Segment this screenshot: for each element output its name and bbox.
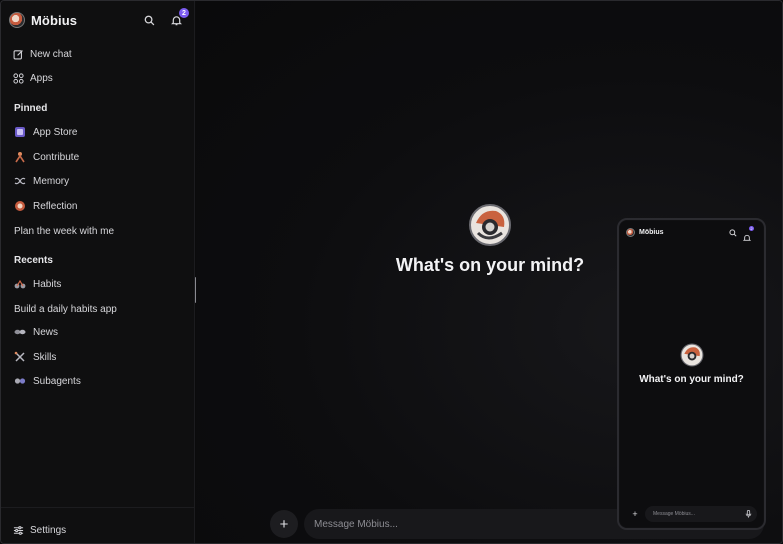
news-icon: [13, 325, 27, 339]
sidebar-item-label: App Store: [33, 126, 78, 138]
sidebar-item-memory[interactable]: Memory: [13, 173, 69, 189]
phone-bell-icon: [742, 234, 752, 241]
app-window: Möbius 2 New chat Apps Pinned App Store …: [0, 0, 783, 544]
contribute-icon: [13, 150, 27, 164]
app-store-icon: [13, 125, 27, 139]
brand-name: Möbius: [31, 12, 78, 28]
sidebar-item-label: Skills: [33, 351, 57, 363]
attach-button[interactable]: +: [270, 510, 298, 538]
sidebar-item-plan-week[interactable]: Plan the week with me: [14, 226, 114, 237]
sidebar-item-label: News: [33, 326, 59, 338]
notifications-button[interactable]: 2: [168, 8, 189, 28]
sidebar-item-news[interactable]: News: [13, 324, 58, 340]
sliders-icon: [13, 525, 24, 535]
new-chat-button[interactable]: New chat: [13, 46, 72, 62]
phone-message-input[interactable]: Message Möbius...: [645, 506, 757, 522]
sidebar-item-subagents[interactable]: Subagents: [13, 373, 81, 389]
sidebar-item-habits[interactable]: Habits: [13, 276, 61, 292]
sidebar-item-reflection[interactable]: Reflection: [13, 198, 77, 214]
recents-heading: Recents: [14, 255, 53, 266]
sidebar-item-label: Habits: [33, 278, 62, 290]
new-chat-label: New chat: [30, 48, 72, 60]
settings-label: Settings: [30, 524, 67, 536]
apps-button[interactable]: Apps: [13, 70, 53, 86]
phone-hero-heading: What's on your mind?: [639, 374, 744, 385]
plus-icon: +: [279, 515, 289, 533]
notification-badge: 2: [179, 8, 189, 18]
apps-label: Apps: [30, 72, 53, 84]
sidebar-item-contribute[interactable]: Contribute: [13, 149, 79, 165]
reflection-icon: [13, 199, 27, 213]
sidebar: Möbius 2 New chat Apps Pinned App Store …: [1, 1, 195, 543]
settings-button[interactable]: Settings: [13, 522, 66, 538]
subagents-icon: [13, 374, 27, 388]
sidebar-item-label: Contribute: [33, 151, 80, 163]
pinned-heading: Pinned: [14, 103, 48, 114]
sidebar-item-app-store[interactable]: App Store: [13, 124, 77, 140]
skills-icon: [13, 350, 27, 364]
phone-plus-icon: +: [632, 509, 638, 519]
phone-mic-icon[interactable]: [745, 510, 752, 518]
sidebar-item-label: Reflection: [33, 200, 78, 212]
phone-brand-name: Möbius: [639, 229, 664, 236]
phone-notification-badge: 2: [749, 226, 754, 231]
phone-logo-icon: [626, 228, 635, 237]
grid-icon: [13, 72, 24, 84]
sidebar-item-label: Subagents: [33, 375, 81, 387]
sidebar-item-build-habits[interactable]: Build a daily habits app: [14, 304, 117, 315]
mobius-hero-logo-icon: [469, 204, 511, 246]
sidebar-item-label: Memory: [33, 175, 70, 187]
brand[interactable]: Möbius: [9, 11, 77, 29]
sidebar-footer: Settings: [1, 507, 195, 543]
memory-icon: [13, 174, 27, 188]
habits-icon: [13, 277, 27, 291]
search-icon: [144, 15, 154, 25]
pencil-square-icon: [13, 49, 23, 59]
search-button[interactable]: [141, 12, 157, 28]
mobile-preview: Möbius 2 What's on your mind? + Message …: [617, 218, 766, 530]
phone-search-icon[interactable]: [729, 229, 737, 237]
phone-notifications-button[interactable]: 2: [742, 226, 754, 241]
phone-hero-logo-icon: [680, 343, 704, 367]
mobius-logo-icon: [9, 12, 25, 28]
phone-brand: Möbius: [626, 228, 664, 237]
phone-attach-button[interactable]: +: [629, 508, 641, 520]
sidebar-item-skills[interactable]: Skills: [13, 349, 56, 365]
